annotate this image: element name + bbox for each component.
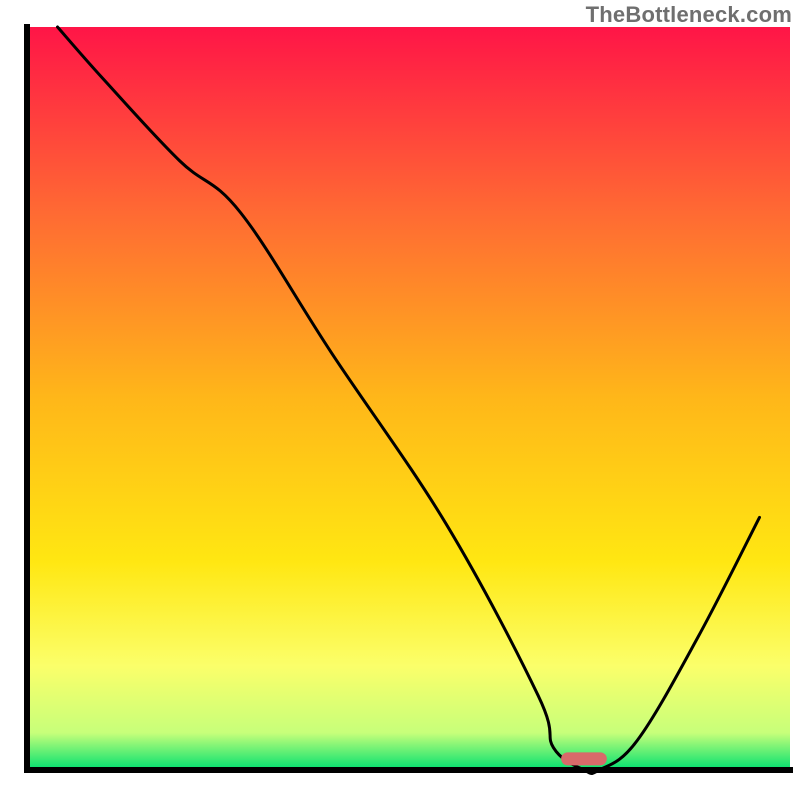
bottleneck-chart [0, 0, 800, 800]
chart-stage: TheBottleneck.com [0, 0, 800, 800]
gradient-background [27, 27, 790, 770]
optimal-marker [561, 752, 607, 765]
